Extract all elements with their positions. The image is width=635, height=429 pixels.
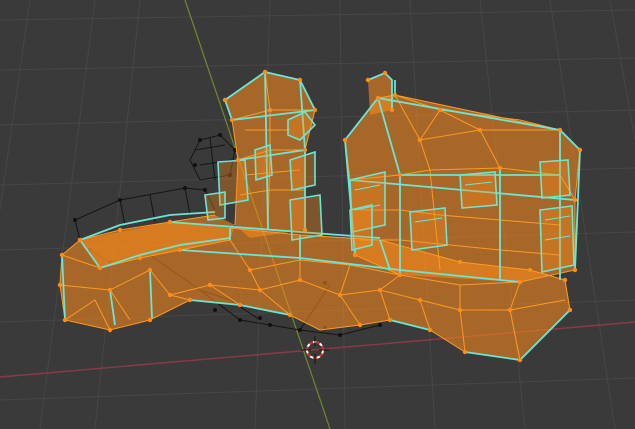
3d-viewport[interactable] [0, 0, 635, 429]
mesh-object[interactable] [57, 69, 583, 363]
